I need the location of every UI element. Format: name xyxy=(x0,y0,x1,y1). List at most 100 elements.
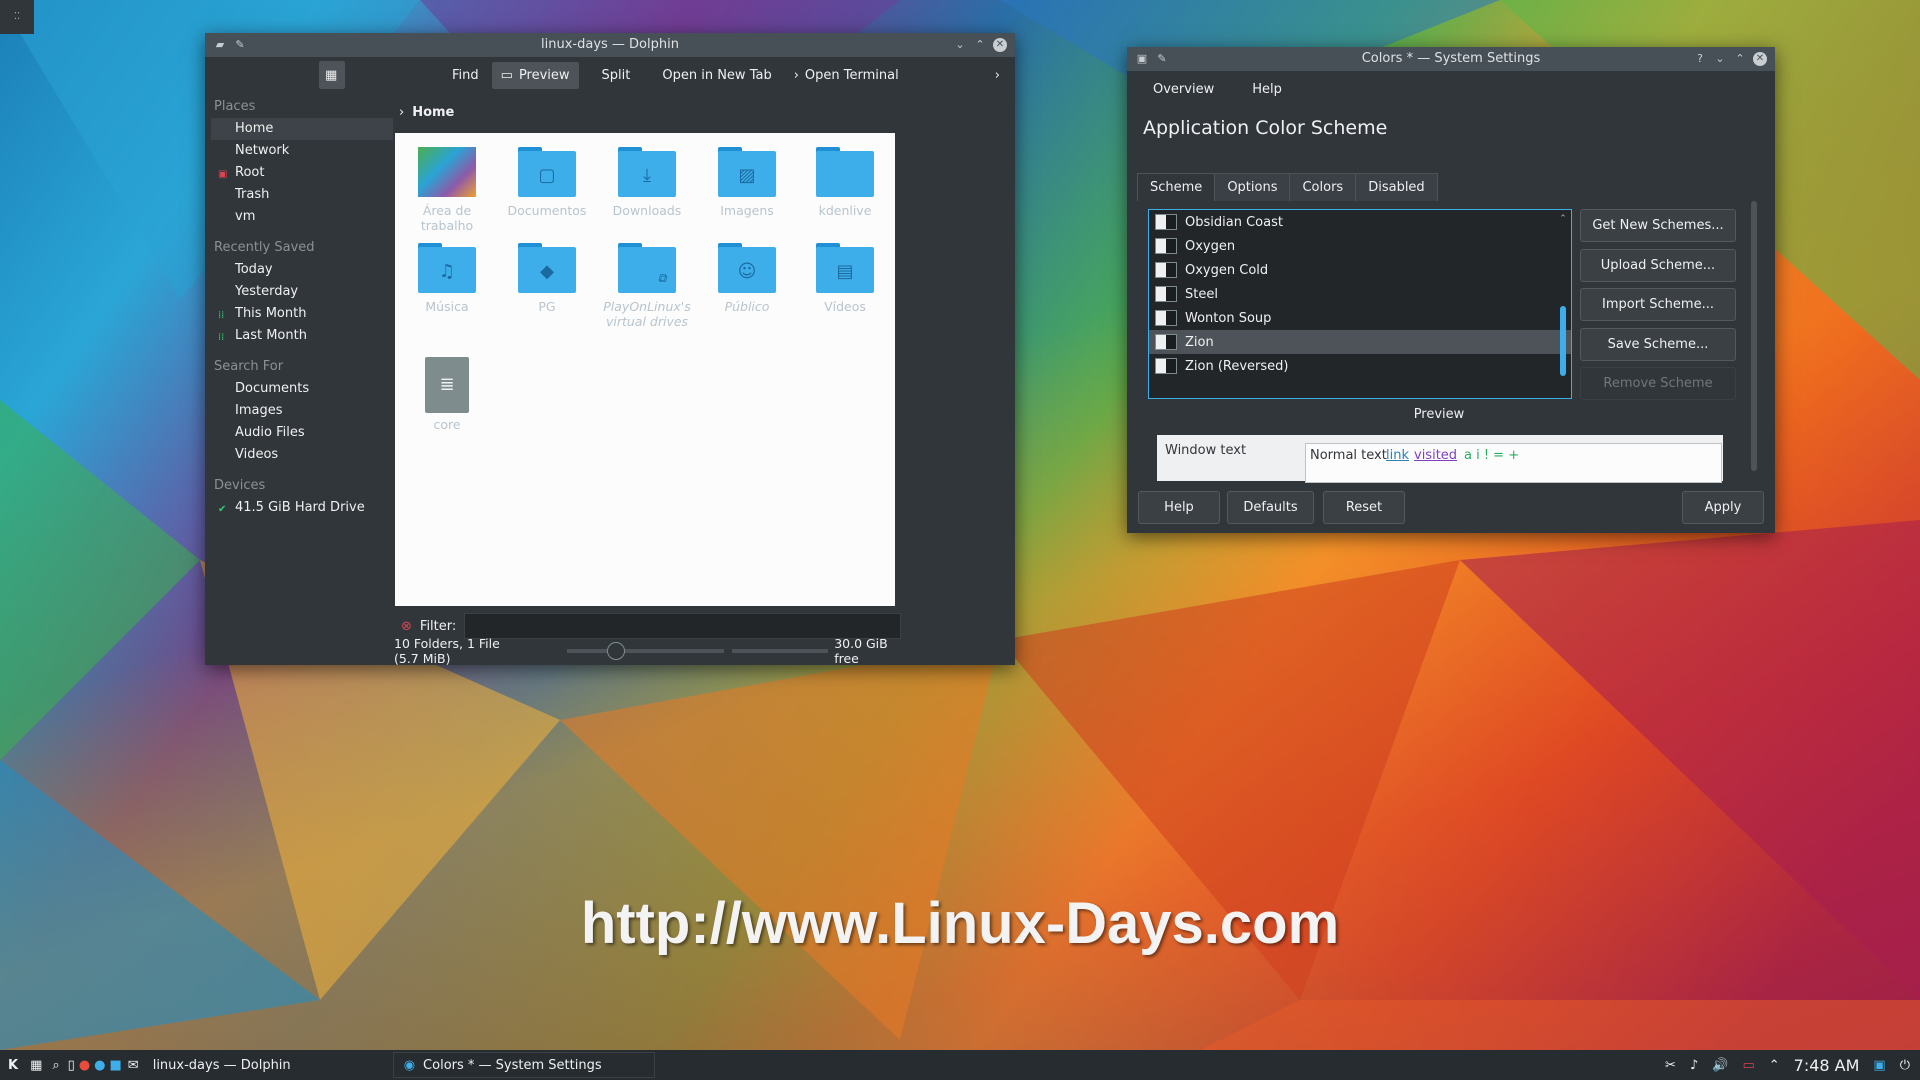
sidebar-item-videos[interactable]: Videos xyxy=(205,444,399,466)
file-item[interactable]: ☺ Público xyxy=(697,243,797,314)
file-item[interactable]: Área de trabalho xyxy=(397,147,497,233)
list-item-selected[interactable]: Zion xyxy=(1149,330,1571,354)
sidebar-item-hard-drive[interactable]: ✔ 41.5 GiB Hard Drive xyxy=(205,497,399,519)
file-item[interactable]: ≣ core xyxy=(397,357,497,432)
remove-scheme-button[interactable]: Remove Scheme xyxy=(1580,367,1736,400)
list-item[interactable]: Wonton Soup xyxy=(1149,306,1571,330)
file-view[interactable]: Área de trabalho ▢ Documentos ⤓ Download… xyxy=(395,133,895,606)
close-icon[interactable]: ✕ xyxy=(1753,52,1767,66)
image-thumbnail-icon xyxy=(418,147,476,197)
scissors-icon[interactable]: ✂ xyxy=(1665,1058,1676,1073)
save-scheme-button[interactable]: Save Scheme... xyxy=(1580,328,1736,361)
file-item[interactable]: ▢ Documentos xyxy=(497,147,597,218)
zoom-slider[interactable] xyxy=(567,642,725,660)
list-scrollbar[interactable]: ⌃ xyxy=(1559,214,1567,392)
close-icon[interactable]: ✕ xyxy=(993,38,1007,52)
preview-button[interactable]: ▭ Preview xyxy=(491,61,579,89)
file-item[interactable]: ♫ Música xyxy=(397,243,497,314)
minimize-icon[interactable]: ⌄ xyxy=(953,38,967,52)
list-item[interactable]: Zion (Reversed) xyxy=(1149,354,1571,378)
list-item[interactable]: Steel xyxy=(1149,282,1571,306)
tab-colors[interactable]: Colors xyxy=(1289,173,1357,201)
pager-icon[interactable]: ▦ xyxy=(26,1058,46,1073)
dolphin-titlebar[interactable]: ▰ ✎ linux-days — Dolphin ⌄ ⌃ ✕ xyxy=(205,33,1015,57)
maximize-icon[interactable]: ⌃ xyxy=(1733,52,1747,66)
mail-icon[interactable]: ✉ xyxy=(124,1058,143,1073)
sidebar-item-images[interactable]: Images xyxy=(205,400,399,422)
import-scheme-button[interactable]: Import Scheme... xyxy=(1580,288,1736,321)
reset-button[interactable]: Reset xyxy=(1323,491,1405,524)
clock[interactable]: 7:48 AM xyxy=(1794,1056,1860,1075)
browser-icon[interactable]: ● xyxy=(92,1058,107,1073)
help-icon[interactable]: ? xyxy=(1693,52,1707,66)
scrollbar-thumb[interactable] xyxy=(1751,201,1757,471)
scheme-list[interactable]: Obsidian Coast Oxygen Oxygen Cold Steel … xyxy=(1148,209,1572,399)
toolbar-overflow-icon[interactable]: › xyxy=(986,62,1009,89)
sidebar-item-today[interactable]: Today xyxy=(205,259,399,281)
help-link[interactable]: Help xyxy=(1234,82,1300,97)
settings-titlebar[interactable]: ▣ ✎ Colors * — System Settings ? ⌄ ⌃ ✕ xyxy=(1127,47,1775,71)
file-item[interactable]: kdenlive xyxy=(795,147,895,218)
sidebar-item-yesterday[interactable]: Yesterday xyxy=(205,281,399,303)
pin-icon[interactable]: ✎ xyxy=(1155,52,1169,66)
volume-icon[interactable]: 🔊 xyxy=(1712,1058,1728,1073)
show-desktop-icon[interactable]: ▣ xyxy=(1873,1058,1885,1073)
defaults-button[interactable]: Defaults xyxy=(1227,491,1314,524)
expand-tray-icon[interactable]: ⌃ xyxy=(1769,1058,1780,1073)
task-settings[interactable]: ◉ Colors * — System Settings xyxy=(392,1052,655,1078)
list-item[interactable]: Obsidian Coast xyxy=(1149,210,1571,234)
open-terminal-button[interactable]: › Open Terminal xyxy=(785,62,908,89)
help-button[interactable]: Help xyxy=(1138,491,1220,524)
task-dolphin[interactable]: linux-days — Dolphin xyxy=(143,1053,393,1077)
power-icon[interactable]: ⏻ xyxy=(1900,1058,1910,1073)
sidebar-item-audio-files[interactable]: Audio Files xyxy=(205,422,399,444)
sidebar-item-root[interactable]: ▣ Root xyxy=(205,162,399,184)
scrollbar-thumb[interactable] xyxy=(1560,306,1566,376)
sidebar-item-this-month[interactable]: ⁞⁞ This Month xyxy=(205,303,399,325)
file-item[interactable]: ◆ PG xyxy=(497,243,597,314)
file-item[interactable]: ▨ Imagens xyxy=(697,147,797,218)
terminal-launcher-icon[interactable]: ▯ xyxy=(66,1058,77,1073)
chrome-icon[interactable]: ● xyxy=(77,1058,92,1073)
scroll-up-icon[interactable]: ⌃ xyxy=(1559,214,1567,224)
maximize-icon[interactable]: ⌃ xyxy=(973,38,987,52)
minimize-icon[interactable]: ⌄ xyxy=(1713,52,1727,66)
open-new-tab-button[interactable]: Open in New Tab xyxy=(653,62,780,89)
sidebar-item-network[interactable]: Network xyxy=(205,140,399,162)
breadcrumb-home[interactable]: Home xyxy=(412,105,454,120)
zoom-slider-handle[interactable] xyxy=(607,642,626,660)
settings-app-icon[interactable]: ▣ xyxy=(1135,52,1149,66)
upload-scheme-button[interactable]: Upload Scheme... xyxy=(1580,249,1736,282)
overview-link[interactable]: Overview xyxy=(1135,82,1232,97)
file-item[interactable]: ⤓ Downloads xyxy=(597,147,697,218)
clear-filter-icon[interactable]: ⊗ xyxy=(401,619,412,634)
file-item[interactable]: ▤ Vídeos xyxy=(795,243,895,314)
tab-scheme[interactable]: Scheme xyxy=(1137,173,1216,201)
sidebar-item-trash[interactable]: Trash xyxy=(205,184,399,206)
sidebar-item-last-month[interactable]: ⁞⁞ Last Month xyxy=(205,325,399,347)
sidebar-item-documents[interactable]: Documents xyxy=(205,378,399,400)
view-mode-icon[interactable]: ▦ xyxy=(319,61,345,89)
breadcrumb[interactable]: › Home xyxy=(399,105,454,120)
apply-button[interactable]: Apply xyxy=(1682,491,1764,524)
pin-icon[interactable]: ✎ xyxy=(233,38,247,52)
music-icon[interactable]: ♪ xyxy=(1690,1058,1698,1073)
file-item[interactable]: ⧉ PlayOnLinux's virtual drives xyxy=(597,243,697,329)
search-icon[interactable]: ⌕ xyxy=(46,1058,65,1073)
tab-disabled[interactable]: Disabled xyxy=(1355,173,1438,201)
sidebar-item-home[interactable]: Home xyxy=(211,118,393,140)
store-icon[interactable]: ■ xyxy=(108,1058,124,1073)
dolphin-app-icon[interactable]: ▰ xyxy=(213,38,227,52)
notification-icon[interactable]: ▭ xyxy=(1742,1058,1754,1073)
kde-launcher-icon[interactable]: K xyxy=(0,1058,26,1073)
get-new-schemes-button[interactable]: Get New Schemes... xyxy=(1580,209,1736,242)
desktop-menu-icon[interactable]: ⁚⁚ xyxy=(0,0,34,34)
find-button[interactable]: Find xyxy=(443,62,488,89)
list-item[interactable]: Oxygen Cold xyxy=(1149,258,1571,282)
split-button[interactable]: Split xyxy=(593,62,640,89)
list-item[interactable]: Oxygen xyxy=(1149,234,1571,258)
sidebar-item-vm[interactable]: vm xyxy=(205,206,399,228)
sidebar-item-label: Yesterday xyxy=(235,284,299,299)
tab-options[interactable]: Options xyxy=(1214,173,1291,201)
settings-scrollbar[interactable] xyxy=(1750,187,1758,487)
